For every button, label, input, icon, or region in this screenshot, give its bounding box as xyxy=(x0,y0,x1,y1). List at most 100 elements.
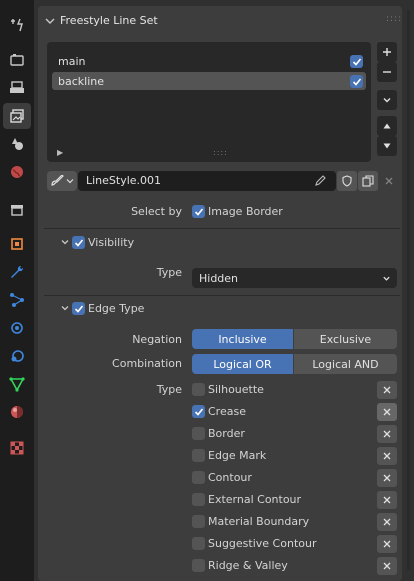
edge-type-chevron-icon[interactable] xyxy=(60,303,70,313)
edge-mark-exclude-button[interactable] xyxy=(377,447,397,465)
view-layer-tab[interactable] xyxy=(3,103,31,129)
lineset-specials-button[interactable] xyxy=(377,90,397,110)
edge-type-row-border: Border xyxy=(192,425,402,445)
silhouette-checkbox[interactable] xyxy=(192,383,205,396)
tool-tab[interactable] xyxy=(3,12,31,38)
shield-icon xyxy=(342,175,352,187)
image-border-checkbox[interactable] xyxy=(192,205,205,218)
output-tab[interactable] xyxy=(3,75,31,101)
texture-tab[interactable] xyxy=(3,435,31,461)
linestyle-name-field[interactable]: LineStyle.001 xyxy=(78,171,336,191)
triangle-up-icon xyxy=(383,123,391,129)
data-tab[interactable] xyxy=(3,371,31,397)
negation-inclusive-button[interactable]: Inclusive xyxy=(192,329,293,349)
combination-logical-and-button[interactable]: Logical AND xyxy=(294,354,397,374)
crease-label[interactable]: Crease xyxy=(208,405,246,418)
visibility-checkbox[interactable] xyxy=(72,236,85,249)
list-item-main[interactable]: main xyxy=(52,52,366,70)
border-exclude-button[interactable] xyxy=(377,425,397,443)
ridge-valley-exclude-button[interactable] xyxy=(377,557,397,575)
freestyle-lineset-panel: Freestyle Line Set :::: main backline ▶ … xyxy=(38,6,402,581)
edge-type-checkbox[interactable] xyxy=(72,302,85,315)
crease-checkbox[interactable] xyxy=(192,405,205,418)
list-item-backline[interactable]: backline xyxy=(52,72,366,90)
remove-lineset-button[interactable] xyxy=(377,62,397,82)
combination-logical-or-button[interactable]: Logical OR xyxy=(192,354,293,374)
render-tab[interactable] xyxy=(3,47,31,73)
visibility-type-label: Type xyxy=(156,266,182,279)
visibility-type-dropdown[interactable]: Hidden xyxy=(192,268,397,288)
contour-checkbox[interactable] xyxy=(192,471,205,484)
fake-user-button[interactable] xyxy=(337,171,357,191)
collapse-chevron-icon[interactable] xyxy=(44,15,56,27)
edge-mark-checkbox[interactable] xyxy=(192,449,205,462)
chevron-down-icon xyxy=(383,98,391,103)
suggestive-contour-exclude-button[interactable] xyxy=(377,535,397,553)
check-icon xyxy=(194,407,203,416)
suggestive-contour-checkbox[interactable] xyxy=(192,537,205,550)
divider xyxy=(44,228,400,229)
silhouette-exclude-button[interactable] xyxy=(377,381,397,399)
move-up-button[interactable] xyxy=(377,116,397,136)
collection-tab[interactable] xyxy=(3,197,31,223)
negation-exclusive-button[interactable]: Exclusive xyxy=(294,329,397,349)
lineset-list[interactable]: main backline ▶ :::: xyxy=(47,42,371,162)
scrollbar[interactable] xyxy=(407,10,410,570)
move-down-button[interactable] xyxy=(377,136,397,156)
brush-icon xyxy=(51,175,64,186)
drag-handle-icon[interactable]: :::: xyxy=(386,14,402,24)
external-contour-checkbox[interactable] xyxy=(192,493,205,506)
panel-title[interactable]: Freestyle Line Set xyxy=(60,14,158,27)
chevron-down-icon xyxy=(66,179,74,184)
material-tab[interactable] xyxy=(3,399,31,425)
silhouette-label[interactable]: Silhouette xyxy=(208,383,264,396)
edge-type-type-label: Type xyxy=(156,383,182,396)
suggestive-contour-label[interactable]: Suggestive Contour xyxy=(208,537,316,550)
world-tab[interactable] xyxy=(3,159,31,185)
scene-tab[interactable] xyxy=(3,131,31,157)
edge-type-label[interactable]: Edge Type xyxy=(88,302,144,315)
constraints-tab-icon xyxy=(11,350,24,362)
list-filter-toggle-icon[interactable]: ▶ xyxy=(57,148,63,157)
close-icon xyxy=(383,474,391,482)
close-icon xyxy=(383,540,391,548)
external-contour-exclude-button[interactable] xyxy=(377,491,397,509)
add-lineset-button[interactable] xyxy=(377,42,397,62)
ridge-valley-label[interactable]: Ridge & Valley xyxy=(208,559,288,572)
contour-exclude-button[interactable] xyxy=(377,469,397,487)
border-label[interactable]: Border xyxy=(208,427,245,440)
contour-label[interactable]: Contour xyxy=(208,471,252,484)
linestyle-browse-button[interactable] xyxy=(47,171,77,191)
external-contour-label[interactable]: External Contour xyxy=(208,493,301,506)
physics-tab[interactable] xyxy=(3,315,31,341)
material-tab-icon xyxy=(11,406,23,418)
edge-type-row-material-boundary: Material Boundary xyxy=(192,513,402,533)
border-checkbox[interactable] xyxy=(192,427,205,440)
visibility-chevron-icon[interactable] xyxy=(60,237,70,247)
crease-exclude-button[interactable] xyxy=(377,403,397,421)
image-border-label[interactable]: Image Border xyxy=(208,205,283,218)
modifier-tab[interactable] xyxy=(3,259,31,285)
particles-tab[interactable] xyxy=(3,287,31,313)
render-tab-icon xyxy=(10,54,24,66)
edge-mark-label[interactable]: Edge Mark xyxy=(208,449,266,462)
constraints-tab[interactable] xyxy=(3,343,31,369)
check-icon xyxy=(352,57,361,66)
modifier-tab-icon xyxy=(11,265,24,278)
visibility-label[interactable]: Visibility xyxy=(88,236,134,249)
object-tab[interactable] xyxy=(3,231,31,257)
close-icon xyxy=(385,177,393,185)
list-item-checkbox[interactable] xyxy=(350,75,363,88)
ridge-valley-checkbox[interactable] xyxy=(192,559,205,572)
unlink-linestyle-button[interactable] xyxy=(379,171,399,191)
material-boundary-exclude-button[interactable] xyxy=(377,513,397,531)
close-icon xyxy=(383,430,391,438)
material-boundary-label[interactable]: Material Boundary xyxy=(208,515,309,528)
material-boundary-checkbox[interactable] xyxy=(192,515,205,528)
triangle-down-icon xyxy=(383,143,391,149)
list-item-checkbox[interactable] xyxy=(350,55,363,68)
duplicate-linestyle-button[interactable] xyxy=(358,171,378,191)
copy-icon xyxy=(362,175,374,187)
list-resize-handle-icon[interactable]: :::: xyxy=(213,148,228,157)
close-icon xyxy=(383,562,391,570)
